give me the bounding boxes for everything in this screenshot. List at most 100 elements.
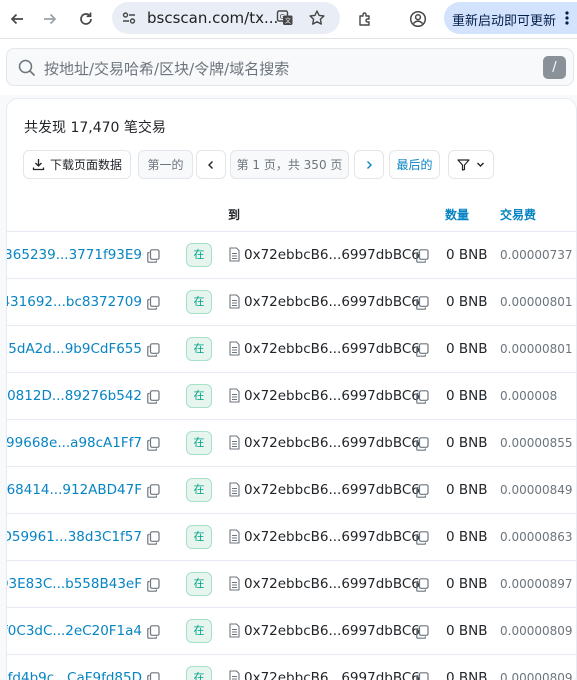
to-address[interactable]: 0x72ebbcB6...6997dbBC6 [244,529,420,545]
contract-document-icon [229,529,240,544]
extensions-puzzle-icon[interactable] [354,7,378,31]
fee-value: 0.00000863 [500,530,573,544]
contract-document-icon [229,341,240,356]
to-address[interactable]: 0x72ebbcB6...6997dbBC6 [244,341,420,357]
direction-in-badge: 在 [186,431,212,455]
copy-icon[interactable] [416,624,429,639]
prev-page-button[interactable] [196,150,226,179]
from-address-link[interactable]: a0812D...89276b542 [7,388,142,404]
contract-document-icon [229,294,240,309]
amount-value: 0 BNB [446,294,488,310]
to-address[interactable]: 0x72ebbcB6...6997dbBC6 [244,294,420,310]
direction-in-badge: 在 [186,525,212,549]
from-address-link[interactable]: 3431692...bc8372709 [7,294,142,310]
table-row: F368414...912ABD47F 在 0x72ebbcB6...6997dbB… [7,467,576,514]
forward-arrow-icon[interactable] [38,7,62,31]
to-address[interactable]: 0x72ebbcB6...6997dbBC6 [244,247,420,263]
table-row: 5fd4b9c...CaF9fd85D 在 0x72ebbcB6...6997dbB… [7,655,576,680]
download-page-data-button[interactable]: 下载页面数据 [23,150,131,179]
download-label: 下载页面数据 [49,158,122,172]
chevron-left-icon [208,160,213,169]
to-address[interactable]: 0x72ebbcB6...6997dbBC6 [244,670,420,680]
transaction-count: 共发现 17,470 笔交易 [24,120,166,136]
from-address-link[interactable]: 5fd4b9c...CaF9fd85D [7,670,142,680]
table-row: d15dA2d...9b9CdF655 在 0x72ebbcB6...6997dbB… [7,326,576,373]
update-label: 重新启动即可更新 [452,14,557,29]
amount-value: 0 BNB [446,623,488,639]
amount-value: 0 BNB [446,435,488,451]
copy-icon[interactable] [147,295,160,310]
fee-value: 0.00000809 [500,624,573,638]
chevron-right-icon [367,160,372,169]
copy-icon[interactable] [416,483,429,498]
from-address-link[interactable]: OD3E83C...b558B43eF [7,576,142,592]
amount-value: 0 BNB [446,341,488,357]
from-address-link[interactable]: 1f0C3dC...2eC20F1a4 [7,623,142,639]
reload-icon[interactable] [74,7,98,31]
last-page-button[interactable]: 最后的 [389,150,440,179]
first-page-label: 第一的 [147,158,184,172]
back-arrow-icon[interactable] [5,7,29,31]
amount-value: 0 BNB [446,388,488,404]
direction-in-badge: 在 [186,243,212,267]
translate-icon[interactable]: G文 [275,8,295,28]
filter-dropdown-button[interactable] [448,150,494,179]
to-address[interactable]: 0x72ebbcB6...6997dbBC6 [244,482,420,498]
address-bar[interactable]: bscscan.com/tx... G文 [112,2,340,34]
more-vert-icon[interactable] [560,8,574,28]
copy-icon[interactable] [416,530,429,545]
amount-value: 0 BNB [446,247,488,263]
contract-document-icon [229,576,240,591]
page-indicator: 第 1 页，共 350 页 [230,150,349,179]
copy-icon[interactable] [147,483,160,498]
copy-icon[interactable] [147,436,160,451]
search-placeholder: 按地址/交易哈希/区块/令牌/域名搜索 [44,60,290,78]
copy-icon[interactable] [147,530,160,545]
copy-icon[interactable] [147,248,160,263]
site-settings-icon[interactable] [120,9,138,27]
copy-icon[interactable] [416,248,429,263]
chevron-down-icon [477,162,484,167]
search-input[interactable]: 按地址/交易哈希/区块/令牌/域名搜索 / [6,48,574,86]
from-address-link[interactable]: F99668e...a98cA1Ff7 [7,435,142,451]
site-search-area: 按地址/交易哈希/区块/令牌/域名搜索 / [0,39,577,95]
first-page-button[interactable]: 第一的 [138,150,193,179]
url-text[interactable]: bscscan.com/tx... [147,9,278,27]
copy-icon[interactable] [416,671,429,680]
copy-icon[interactable] [147,342,160,357]
table-row: 1f0C3dC...2eC20F1a4 在 0x72ebbcB6...6997dbB… [7,608,576,655]
profile-avatar-icon[interactable] [406,7,430,31]
copy-icon[interactable] [416,389,429,404]
fee-value: 0.00000855 [500,436,573,450]
copy-icon[interactable] [147,389,160,404]
next-page-button[interactable] [354,150,384,179]
column-header-to: 到 [228,208,241,222]
table-row: a0812D...89276b542 在 0x72ebbcB6...6997dbBC… [7,373,576,420]
fee-value: 0.00000897 [500,577,573,591]
copy-icon[interactable] [147,671,160,680]
to-address[interactable]: 0x72ebbcB6...6997dbBC6 [244,388,420,404]
copy-icon[interactable] [416,577,429,592]
from-address-link[interactable]: d15dA2d...9b9CdF655 [7,341,142,357]
bookmark-star-icon[interactable] [307,8,327,28]
amount-value: 0 BNB [446,670,488,680]
contract-document-icon [229,247,240,262]
from-address-link[interactable]: F368414...912ABD47F [7,482,142,498]
copy-icon[interactable] [147,577,160,592]
from-address-link[interactable]: )365239...3771f93E9 [7,247,142,263]
direction-in-badge: 在 [186,478,212,502]
to-address[interactable]: 0x72ebbcB6...6997dbBC6 [244,435,420,451]
relaunch-update-button[interactable]: 重新启动即可更新 [444,2,577,34]
copy-icon[interactable] [416,436,429,451]
to-address[interactable]: 0x72ebbcB6...6997dbBC6 [244,623,420,639]
table-row: F99668e...a98cA1Ff7 在 0x72ebbcB6...6997dbB… [7,420,576,467]
shortcut-key-badge: / [543,56,566,79]
column-header-amount[interactable]: 数量 [445,206,469,223]
to-address[interactable]: 0x72ebbcB6...6997dbBC6 [244,576,420,592]
copy-icon[interactable] [416,342,429,357]
column-header-fee[interactable]: 交易费 [500,206,536,223]
from-address-link[interactable]: fD59961...38d3C1f57 [7,529,142,545]
fee-value: 0.00000801 [500,295,573,309]
copy-icon[interactable] [416,295,429,310]
copy-icon[interactable] [147,624,160,639]
